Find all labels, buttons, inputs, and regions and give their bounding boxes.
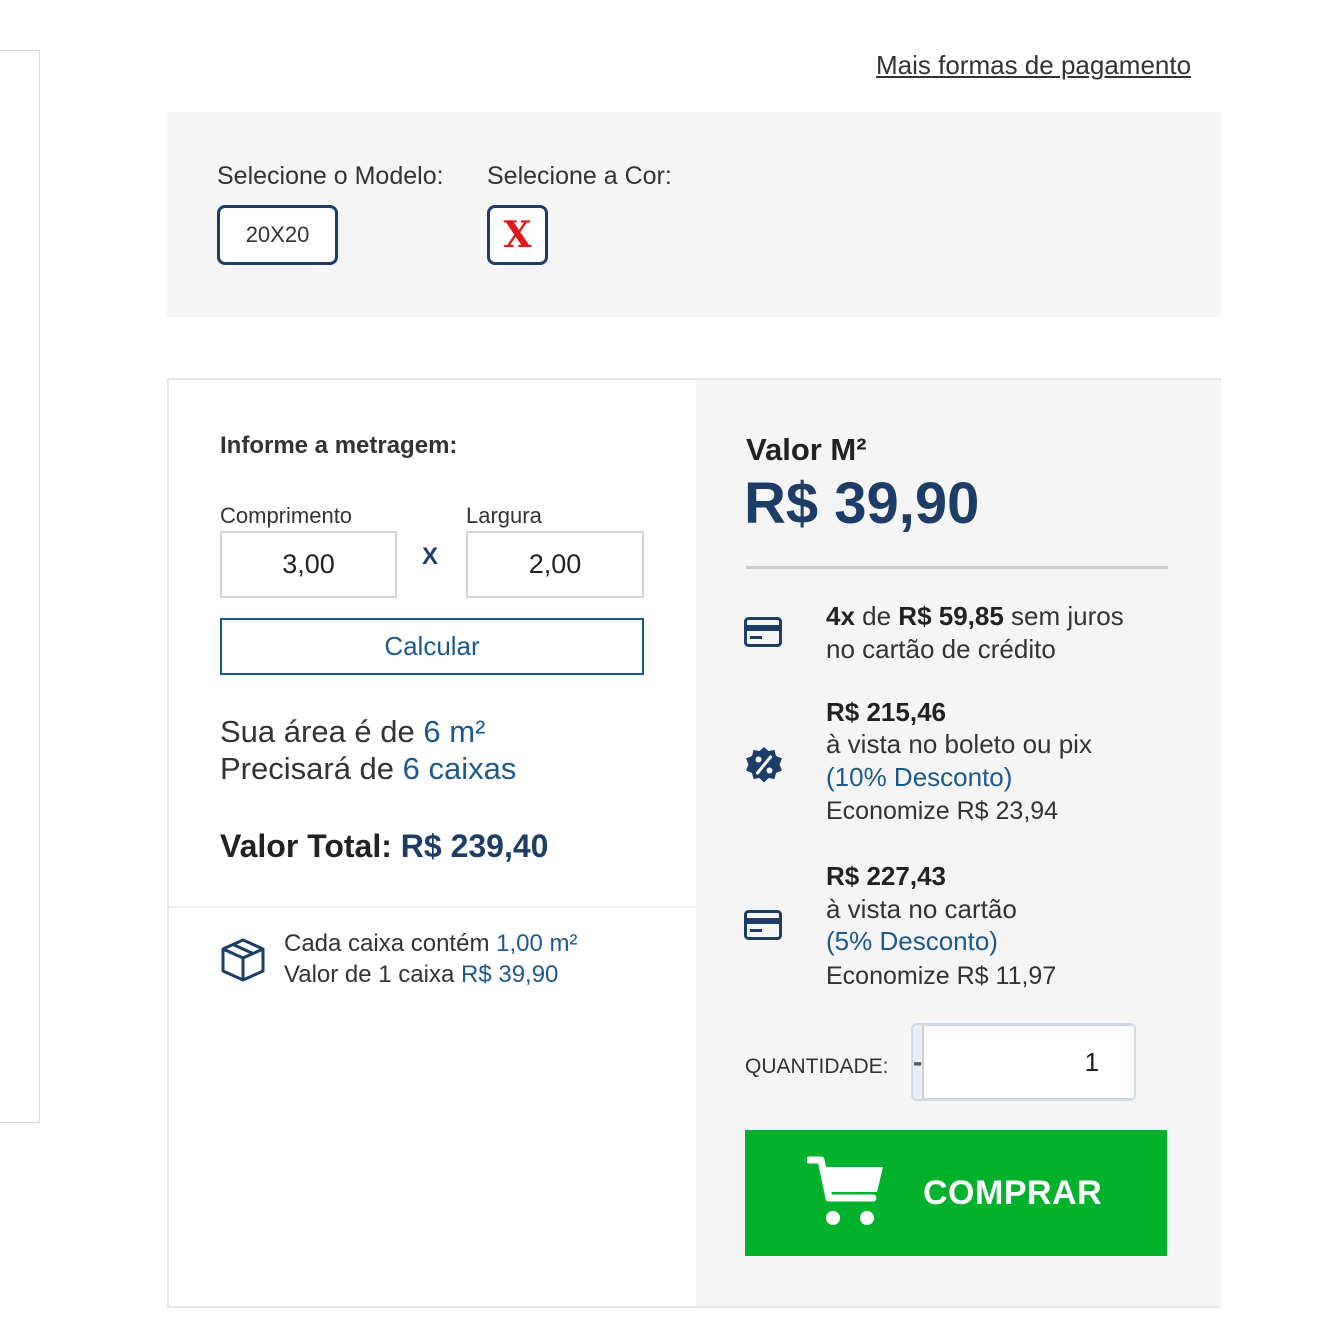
installments-de: de xyxy=(854,601,899,631)
width-input[interactable] xyxy=(466,531,644,598)
variations-panel: Selecione o Modelo: 20X20 Selecione a Co… xyxy=(167,112,1221,317)
credit-card-icon xyxy=(744,910,782,940)
card-cash-description: à vista no cartão xyxy=(826,894,1017,924)
color-selector: Selecione a Cor: X xyxy=(487,162,672,265)
color-label: Selecione a Cor: xyxy=(487,162,672,190)
area-value: 6 m² xyxy=(423,714,486,749)
installments-line1: 4x de R$ 59,85 sem juros xyxy=(826,600,1124,632)
shopping-cart-icon xyxy=(807,1156,883,1225)
price-divider xyxy=(746,566,1168,569)
box-icon xyxy=(221,938,265,982)
model-label: Selecione o Modelo: xyxy=(217,162,444,190)
calculator-title: Informe a metragem: xyxy=(220,432,458,459)
color-option[interactable]: X xyxy=(487,205,548,265)
model-selector: Selecione o Modelo: 20X20 xyxy=(217,162,444,265)
length-label: Comprimento xyxy=(220,503,353,528)
buy-button-label: COMPRAR xyxy=(923,1174,1103,1212)
total-value: Valor Total: R$ 239,40 xyxy=(220,828,548,865)
quantity-decrease-button[interactable]: - xyxy=(913,1025,923,1099)
total-amount: R$ 239,40 xyxy=(400,828,549,864)
boleto-discount-value: (10% Desconto) xyxy=(826,762,1013,792)
box-price-value: R$ 39,90 xyxy=(461,961,559,988)
installments-line2: no cartão de crédito xyxy=(826,634,1056,664)
boxes-value: 6 caixas xyxy=(402,751,517,786)
boxes-result: Precisará de 6 caixas xyxy=(220,751,516,787)
box-price-prefix: Valor de 1 caixa xyxy=(284,961,461,988)
card-cash-price: R$ 227,43 xyxy=(826,860,946,892)
box-price-info: Valor de 1 caixa R$ 39,90 xyxy=(284,961,558,989)
area-result: Sua área é de 6 m² xyxy=(220,714,485,750)
quantity-stepper: - + xyxy=(911,1023,1136,1101)
quantity-input[interactable] xyxy=(922,1025,1134,1099)
unit-price: R$ 39,90 xyxy=(744,471,980,536)
boleto-discount: (10% Desconto) xyxy=(826,761,1012,793)
calculate-button[interactable]: Calcular xyxy=(220,618,644,675)
length-input[interactable] xyxy=(220,531,397,598)
box-content-info: Cada caixa contém 1,00 m² xyxy=(284,930,577,958)
purchase-box: Informe a metragem: Comprimento X Largur… xyxy=(167,378,1221,1308)
more-payment-methods-link[interactable]: Mais formas de pagamento xyxy=(876,50,1191,81)
quantity-label: QUANTIDADE: xyxy=(745,1055,889,1078)
installments-count: 4x xyxy=(826,601,855,631)
model-option-20x20[interactable]: 20X20 xyxy=(217,205,338,265)
buy-button[interactable]: COMPRAR xyxy=(745,1130,1167,1256)
boleto-price-value: R$ 215,46 xyxy=(826,697,946,727)
divider xyxy=(169,906,696,908)
x-unavailable-icon: X xyxy=(503,214,532,256)
times-symbol: X xyxy=(422,543,439,570)
card-cash-discount: (5% Desconto) xyxy=(826,925,998,957)
card-cash-discount-value: (5% Desconto) xyxy=(826,926,998,956)
area-calculator: Informe a metragem: Comprimento X Largur… xyxy=(169,380,696,1306)
unit-price-label: Valor M² xyxy=(746,432,867,467)
box-content-prefix: Cada caixa contém xyxy=(284,930,497,957)
credit-card-icon xyxy=(744,617,782,647)
width-label: Largura xyxy=(466,503,542,528)
boleto-description: à vista no boleto ou pix xyxy=(826,729,1092,759)
card-cash-savings: Economize R$ 11,97 xyxy=(826,962,1057,990)
pricing-panel: Valor M² R$ 39,90 4x de R$ 59,85 sem jur… xyxy=(696,380,1221,1306)
installments-amount: R$ 59,85 xyxy=(898,601,1004,631)
percent-badge-icon xyxy=(746,747,782,783)
installments-suffix: sem juros xyxy=(1003,601,1124,631)
boleto-savings: Economize R$ 23,94 xyxy=(826,797,1059,825)
boleto-price: R$ 215,46 xyxy=(826,696,946,728)
total-label: Valor Total: xyxy=(220,828,401,864)
box-content-value: 1,00 m² xyxy=(496,930,578,957)
area-prefix: Sua área é de xyxy=(220,714,424,749)
product-gallery-frame xyxy=(0,50,40,1123)
card-cash-price-value: R$ 227,43 xyxy=(826,861,946,891)
boxes-prefix: Precisará de xyxy=(220,751,403,786)
